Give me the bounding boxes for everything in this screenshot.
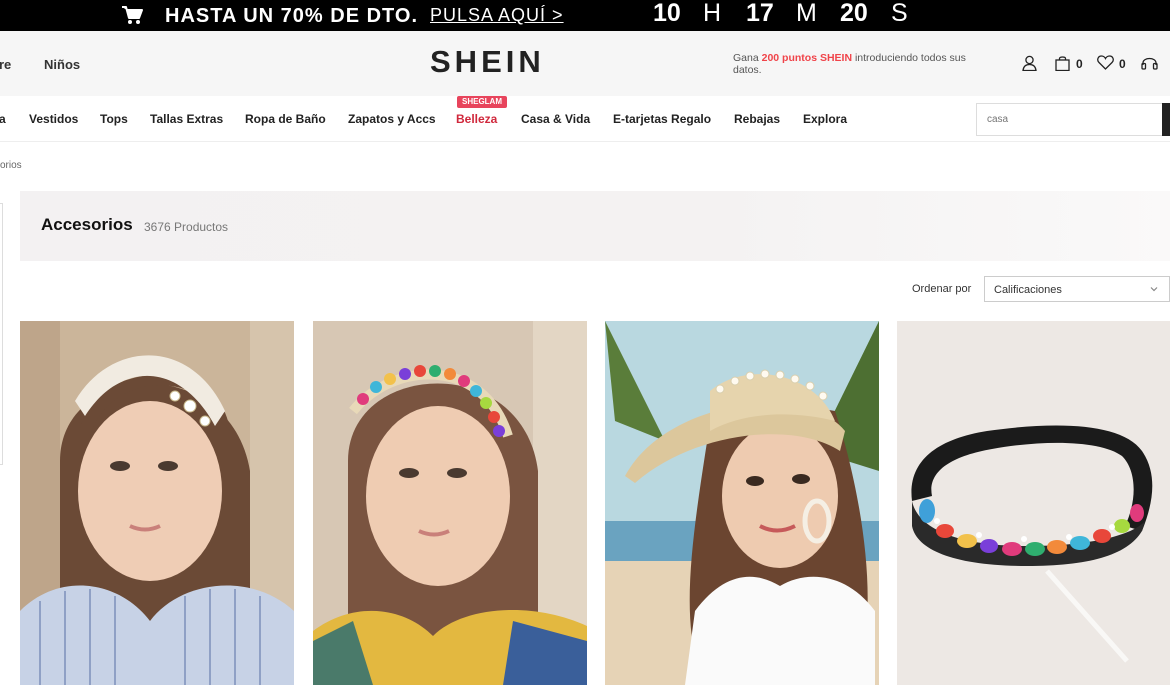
product-card-3[interactable] <box>605 321 879 685</box>
bag-icon[interactable] <box>1055 55 1070 71</box>
product-card-2[interactable] <box>313 321 587 685</box>
countdown-seconds-unit: S <box>891 0 908 27</box>
site-header: re Niños SHEIN Gana 200 puntos SHEIN int… <box>0 31 1170 96</box>
nav-item-partial[interactable]: a <box>0 112 6 126</box>
cart-icon <box>122 6 143 24</box>
sort-select[interactable]: Calificaciones <box>984 276 1170 302</box>
sort-label: Ordenar por <box>912 283 972 295</box>
promo-banner[interactable]: HASTA UN 70% DE DTO. PULSA AQUÍ > 10 H 1… <box>0 0 1170 31</box>
nav-item-explora[interactable]: Explora <box>803 112 847 126</box>
countdown-hours: 10 <box>653 0 681 27</box>
countdown-hours-unit: H <box>703 0 722 27</box>
user-icon[interactable] <box>1022 55 1037 71</box>
nav-item-belleza[interactable]: Belleza <box>456 112 497 126</box>
wishlist-count: 0 <box>1119 57 1126 71</box>
countdown-minutes-unit: M <box>796 0 817 27</box>
sheglam-badge: SHEGLAM <box>457 96 507 108</box>
page-title: Accesorios <box>41 215 133 234</box>
nav-item-ropa-de-bano[interactable]: Ropa de Baño <box>245 112 326 126</box>
points-text-pre: Gana <box>733 52 762 64</box>
search-box <box>976 103 1170 136</box>
nav-item-rebajas[interactable]: Rebajas <box>734 112 780 126</box>
nav-item-vestidos[interactable]: Vestidos <box>29 112 78 126</box>
product-card-4[interactable] <box>897 321 1170 685</box>
nav-item-tops[interactable]: Tops <box>100 112 128 126</box>
product-image-4[interactable] <box>897 321 1170 685</box>
shein-logo[interactable]: SHEIN <box>430 45 545 79</box>
nav-item-tallas-extras[interactable]: Tallas Extras <box>150 112 223 126</box>
nav-item-zapatos-accs[interactable]: Zapatos y Accs <box>348 112 436 126</box>
countdown-minutes: 17 <box>746 0 774 27</box>
points-promo[interactable]: Gana 200 puntos SHEIN introduciendo todo… <box>733 52 985 76</box>
countdown-seconds: 20 <box>840 0 868 27</box>
heart-icon[interactable] <box>1097 55 1114 70</box>
breadcrumb[interactable]: orios <box>0 160 22 171</box>
chevron-down-icon <box>1150 287 1158 292</box>
product-image-3[interactable] <box>605 321 879 685</box>
search-input[interactable] <box>977 104 1157 135</box>
header-category-ninos[interactable]: Niños <box>44 57 80 72</box>
nav-item-e-tarjetas[interactable]: E-tarjetas Regalo <box>613 112 711 126</box>
promo-text: HASTA UN 70% DE DTO. <box>165 5 418 27</box>
search-button[interactable] <box>1162 103 1170 136</box>
product-count: 3676 Productos <box>144 220 229 234</box>
nav-item-casa-vida[interactable]: Casa & Vida <box>521 112 590 126</box>
points-highlight: 200 puntos SHEIN <box>761 52 853 64</box>
main-nav: a Vestidos Tops Tallas Extras Ropa de Ba… <box>0 96 1170 142</box>
category-header: Accesorios 3676 Productos <box>20 191 1170 261</box>
product-image-1[interactable] <box>20 321 294 685</box>
product-card-1[interactable] <box>20 321 294 685</box>
promo-link[interactable]: PULSA AQUÍ > <box>430 4 564 26</box>
sort-selected-value: Calificaciones <box>994 284 1062 296</box>
headset-icon[interactable] <box>1141 55 1158 71</box>
cart-count: 0 <box>1076 57 1083 71</box>
header-category-partial[interactable]: re <box>0 57 11 72</box>
filter-sidebar-edge <box>0 203 3 465</box>
product-image-2[interactable] <box>313 321 587 685</box>
